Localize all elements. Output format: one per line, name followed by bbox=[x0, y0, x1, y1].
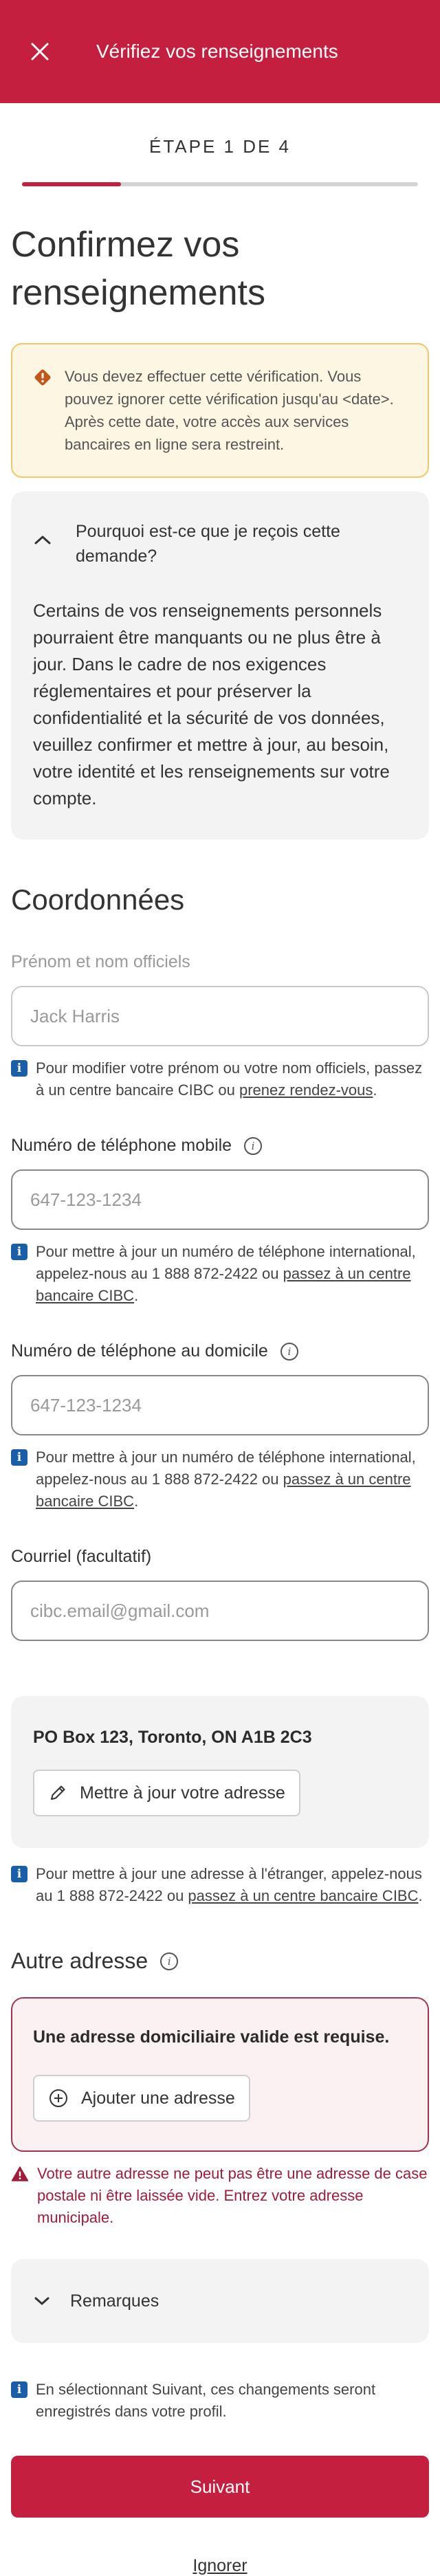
step-label: ÉTAPE 1 DE 4 bbox=[148, 136, 292, 157]
accordion-body: Certains de vos renseignements personnel… bbox=[33, 600, 390, 808]
other-address-error: Votre autre adresse ne peut pas être une… bbox=[11, 2163, 429, 2229]
error-text: Votre autre adresse ne peut pas être une… bbox=[37, 2165, 428, 2226]
branch-link[interactable]: passez à un centre bancaire CIBC bbox=[188, 1887, 418, 1904]
info-tooltip-icon[interactable]: i bbox=[244, 1136, 263, 1155]
add-address-button[interactable]: Ajouter une adresse bbox=[33, 2075, 250, 2122]
stepper: ÉTAPE 1 DE 4 bbox=[0, 103, 440, 186]
progress-bar bbox=[22, 182, 418, 186]
mobile-label: Numéro de téléphone mobile bbox=[11, 1136, 232, 1155]
info-tooltip-icon[interactable]: i bbox=[280, 1342, 298, 1361]
note-text-end: . bbox=[418, 1887, 423, 1904]
address-note: i Pour mettre à jour une adresse à l'étr… bbox=[11, 1863, 429, 1907]
progress-fill bbox=[22, 182, 121, 186]
other-address-label: Autre adresse bbox=[11, 1948, 148, 1973]
update-address-label: Mettre à jour votre adresse bbox=[80, 1783, 285, 1803]
next-button[interactable]: Suivant bbox=[11, 2456, 429, 2518]
mobile-note: i Pour mettre à jour un numéro de téléph… bbox=[11, 1241, 429, 1307]
home-note: i Pour mettre à jour un numéro de téléph… bbox=[11, 1446, 429, 1512]
remarks-label: Remarques bbox=[70, 2291, 160, 2311]
info-icon: i bbox=[11, 1449, 28, 1466]
required-message: Une adresse domiciliaire valide est requ… bbox=[33, 2027, 390, 2047]
appointment-link[interactable]: prenez rendez-vous bbox=[239, 1081, 373, 1099]
remarks-accordion[interactable]: Remarques bbox=[11, 2259, 429, 2343]
info-icon: i bbox=[11, 1866, 28, 1882]
warning-banner: Vous devez effectuer cette vérification.… bbox=[11, 343, 429, 478]
legal-name-field bbox=[11, 986, 429, 1046]
warning-text: Vous devez effectuer cette vérification.… bbox=[65, 368, 394, 453]
page-title: Confirmez vos renseignements bbox=[11, 225, 265, 313]
skip-link[interactable]: Ignorer bbox=[11, 2556, 429, 2576]
info-tooltip-icon[interactable]: i bbox=[160, 1952, 179, 1970]
email-label: Courriel (facultatif) bbox=[11, 1547, 152, 1566]
save-note: i En sélectionnant Suivant, ces changeme… bbox=[11, 2379, 429, 2423]
header-title: Vérifiez vos renseignements bbox=[96, 41, 338, 62]
other-address-card: Une adresse domiciliaire valide est requ… bbox=[11, 1997, 429, 2152]
info-icon: i bbox=[11, 1060, 28, 1077]
page: Vérifiez vos renseignements ÉTAPE 1 DE 4… bbox=[0, 0, 440, 2576]
home-phone-label: Numéro de téléphone au domicile bbox=[11, 1341, 268, 1361]
legal-name-note: i Pour modifier votre prénom ou votre no… bbox=[11, 1057, 429, 1101]
pencil-icon bbox=[51, 1785, 65, 1800]
email-field[interactable] bbox=[11, 1581, 429, 1641]
home-phone-field[interactable] bbox=[11, 1375, 429, 1435]
accordion-title: Pourquoi est-ce que je reçois cette dema… bbox=[76, 522, 340, 566]
current-address: PO Box 123, Toronto, ON A1B 2C3 bbox=[33, 1728, 312, 1747]
accordion-header[interactable]: Pourquoi est-ce que je reçois cette dema… bbox=[33, 519, 407, 569]
info-icon: i bbox=[11, 2381, 28, 2398]
close-button[interactable] bbox=[26, 38, 54, 65]
chevron-down-icon bbox=[34, 2297, 50, 2305]
note-text-end: . bbox=[134, 1493, 139, 1510]
chevron-up-icon bbox=[34, 536, 51, 544]
info-icon: i bbox=[11, 1244, 28, 1260]
mobile-label-row: Numéro de téléphone mobile i bbox=[11, 1136, 429, 1156]
close-icon bbox=[31, 43, 49, 60]
warning-icon bbox=[34, 369, 51, 386]
legal-name-label: Prénom et nom officiels bbox=[11, 952, 190, 971]
save-note-text: En sélectionnant Suivant, ces changement… bbox=[36, 2381, 376, 2420]
note-text-end: . bbox=[373, 1081, 377, 1099]
update-address-button[interactable]: Mettre à jour votre adresse bbox=[33, 1770, 300, 1816]
why-accordion: Pourquoi est-ce que je reçois cette dema… bbox=[11, 492, 429, 839]
address-card: PO Box 123, Toronto, ON A1B 2C3 Mettre à… bbox=[11, 1696, 429, 1848]
error-icon bbox=[11, 2166, 29, 2181]
mobile-phone-field[interactable] bbox=[11, 1169, 429, 1230]
add-address-label: Ajouter une adresse bbox=[81, 2088, 235, 2108]
header-bar: Vérifiez vos renseignements bbox=[0, 0, 440, 103]
other-address-label-row: Autre adresse i bbox=[11, 1948, 429, 1974]
section-title-contact: Coordonnées bbox=[11, 883, 185, 916]
home-label-row: Numéro de téléphone au domicile i bbox=[11, 1341, 429, 1361]
note-text-end: . bbox=[134, 1287, 139, 1304]
plus-circle-icon bbox=[50, 2089, 67, 2107]
